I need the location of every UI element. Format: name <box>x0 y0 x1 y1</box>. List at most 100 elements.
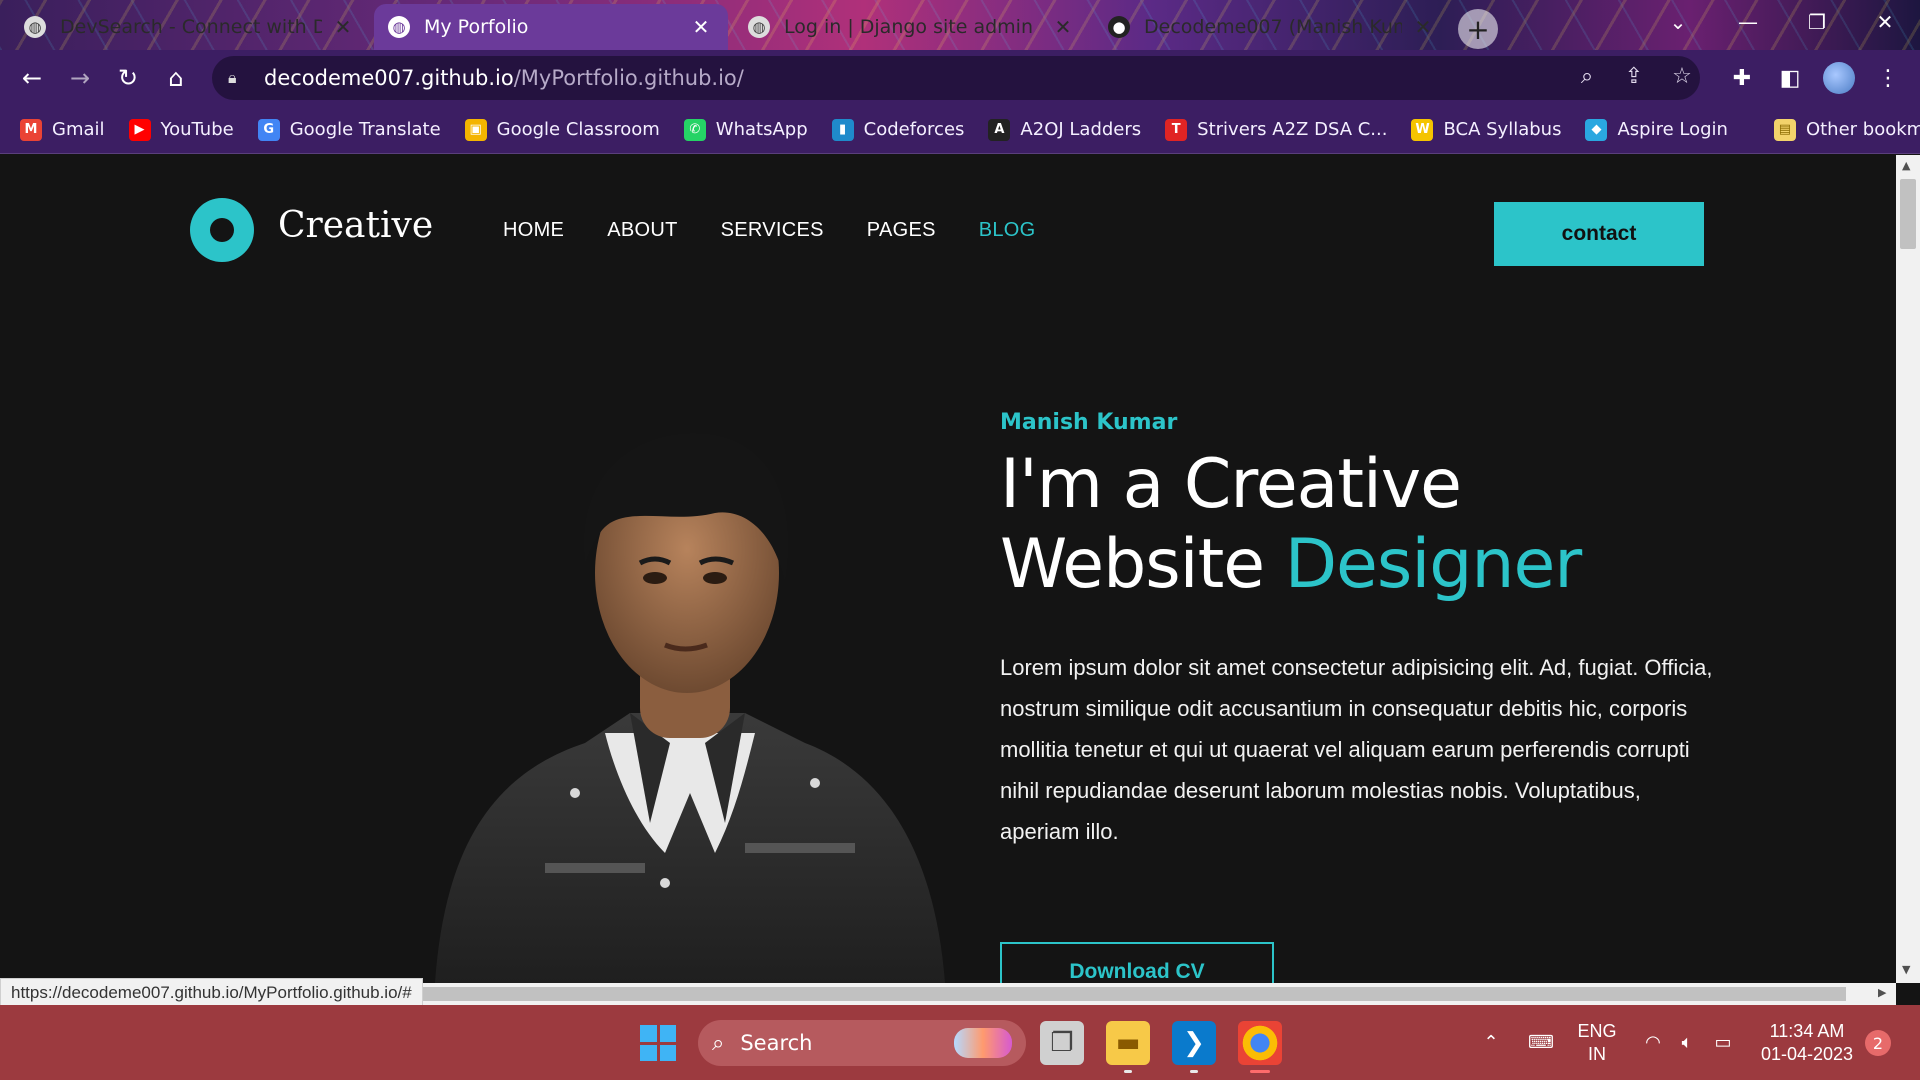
lang-line2: IN <box>1587 1043 1606 1064</box>
bookmark-label: WhatsApp <box>715 119 808 140</box>
tab-github[interactable]: ● Decodeme007 (Manish Kumar) ✕ <box>1094 4 1450 50</box>
bookmark-label: Gmail <box>52 119 105 140</box>
tab-my-portfolio[interactable]: ◍ My Porfolio ✕ <box>374 4 728 50</box>
hero-section: Manish Kumar I'm a Creative Website Desi… <box>1000 410 1720 852</box>
tab-title: Log in | Django site admin <box>784 16 1033 38</box>
nav-home[interactable]: HOME <box>503 219 564 242</box>
other-bookmarks-label: Other bookmarks <box>1805 119 1920 140</box>
bookmark-bca-syllabus[interactable]: W BCA Syllabus <box>1411 118 1562 141</box>
url-path: /MyPortfolio.github.io/ <box>513 66 744 90</box>
bookmark-label: YouTube <box>160 119 234 140</box>
menu-icon[interactable]: ⋮ <box>1870 60 1906 96</box>
bookmark-strivers-a2z-dsa-c[interactable]: T Strivers A2Z DSA C... <box>1165 118 1387 141</box>
zoom-icon[interactable]: ⌕ <box>1571 60 1603 92</box>
search-highlight-art <box>954 1028 1012 1058</box>
contact-button[interactable]: contact <box>1494 202 1704 266</box>
screen: ◍ DevSearch - Connect with Devel ✕ ◍ My … <box>0 0 1920 1080</box>
globe-icon: ◍ <box>388 16 410 38</box>
tab-search-icon[interactable]: ⌄ <box>1645 0 1711 44</box>
folder-icon: ▤ <box>1773 118 1796 141</box>
file-explorer-icon[interactable]: ▬ <box>1106 1021 1150 1073</box>
nav-blog[interactable]: BLOG <box>979 219 1036 242</box>
download-cv-button[interactable]: Download CV <box>1000 942 1274 983</box>
bookmark-label: BCA Syllabus <box>1443 119 1562 140</box>
notification-badge[interactable]: 2 <box>1865 1030 1891 1056</box>
restore-icon[interactable]: ❐ <box>1784 0 1850 44</box>
tab-title: Decodeme007 (Manish Kumar) <box>1144 16 1402 38</box>
headline-line2: Website <box>1000 525 1285 604</box>
chrome-icon[interactable] <box>1238 1021 1282 1073</box>
logo-icon[interactable] <box>190 198 254 262</box>
wifi-icon[interactable]: ◠ <box>1638 1005 1668 1080</box>
address-bar[interactable]: 🔒︎ decodeme007.github.io/MyPortfolio.git… <box>212 56 1700 100</box>
globe-icon: ◍ <box>24 16 46 38</box>
close-icon[interactable]: ✕ <box>688 14 714 40</box>
reload-icon[interactable]: ↻ <box>110 60 146 96</box>
codeforces-icon: ▮ <box>831 118 854 141</box>
globe-icon: ◍ <box>748 16 770 38</box>
taskbar-search[interactable]: ⌕ Search <box>698 1020 1026 1066</box>
windows-start-icon[interactable] <box>640 1025 676 1061</box>
bookmark-whatsapp[interactable]: ✆ WhatsApp <box>683 118 808 141</box>
nav-services[interactable]: SERVICES <box>721 219 824 242</box>
task-view-icon[interactable]: ❐ <box>1040 1021 1084 1065</box>
profile-avatar[interactable] <box>1823 62 1855 94</box>
bookmark-youtube[interactable]: ▶ YouTube <box>128 118 234 141</box>
bookmark-star-icon[interactable]: ☆ <box>1666 60 1698 92</box>
translate-icon: G <box>257 118 280 141</box>
bookmark-label: Google Classroom <box>496 119 660 140</box>
hero-description: Lorem ipsum dolor sit amet consectetur a… <box>1000 655 1713 844</box>
youtube-icon: ▶ <box>128 118 151 141</box>
minimize-icon[interactable]: — <box>1715 0 1781 44</box>
webpage: Creative HOME ABOUT SERVICES PAGES BLOG … <box>0 155 1896 983</box>
close-icon[interactable]: ✕ <box>330 14 356 40</box>
vscode-icon[interactable]: ❯ <box>1172 1021 1216 1073</box>
gmail-icon: M <box>20 118 42 141</box>
volume-icon[interactable]: 🔈︎ <box>1672 1005 1702 1080</box>
language-indicator[interactable]: ENG IN <box>1574 1005 1620 1080</box>
whatsapp-icon: ✆ <box>683 118 706 141</box>
other-bookmarks[interactable]: ▤ Other bookmarks <box>1773 118 1920 141</box>
lock-icon: 🔒︎ <box>228 68 237 87</box>
tab-devsearch[interactable]: ◍ DevSearch - Connect with Devel ✕ <box>10 4 370 50</box>
bookmark-google-classroom[interactable]: ▣ Google Classroom <box>464 118 660 141</box>
bookmark-a2oj-ladders[interactable]: A A2OJ Ladders <box>988 118 1142 141</box>
bookmark-codeforces[interactable]: ▮ Codeforces <box>831 118 964 141</box>
window-close-icon[interactable]: ✕ <box>1852 0 1918 44</box>
nav-pages[interactable]: PAGES <box>867 219 936 242</box>
logo-text[interactable]: Creative <box>278 205 433 246</box>
vertical-scrollbar[interactable]: ▲ ▼ <box>1896 155 1920 983</box>
new-tab-button[interactable]: + <box>1458 9 1498 49</box>
scroll-thumb[interactable] <box>1900 179 1916 249</box>
nav-about[interactable]: ABOUT <box>607 219 677 242</box>
bookmark-gmail[interactable]: M Gmail <box>20 118 105 141</box>
forward-icon[interactable]: → <box>62 60 98 96</box>
side-panel-icon[interactable]: ◧ <box>1772 60 1808 96</box>
close-icon[interactable]: ✕ <box>1410 14 1436 40</box>
share-icon[interactable]: ⇪ <box>1618 60 1650 92</box>
bookmark-aspire-login[interactable]: ◆ Aspire Login <box>1585 118 1728 141</box>
search-icon: ⌕ <box>712 1030 725 1056</box>
portrait-photo <box>435 433 945 983</box>
headline-line1: I'm a Creative <box>1000 445 1462 524</box>
scroll-up-icon[interactable]: ▲ <box>1902 159 1910 172</box>
clock[interactable]: 11:34 AM 01-04-2023 <box>1752 1005 1862 1080</box>
bookmark-label: A2OJ Ladders <box>1020 119 1142 140</box>
close-icon[interactable]: ✕ <box>1050 14 1076 40</box>
back-icon[interactable]: ← <box>14 60 50 96</box>
battery-icon[interactable]: ▭ <box>1708 1005 1738 1080</box>
tab-django-admin[interactable]: ◍ Log in | Django site admin ✕ <box>734 4 1090 50</box>
scroll-down-icon[interactable]: ▼ <box>1902 963 1910 976</box>
bookmark-google-translate[interactable]: G Google Translate <box>257 118 441 141</box>
browser-toolbar: ← → ↻ ⌂ 🔒︎ decodeme007.github.io/MyPortf… <box>0 50 1920 106</box>
home-icon[interactable]: ⌂ <box>158 60 194 96</box>
search-label: Search <box>740 1031 813 1055</box>
extensions-icon[interactable]: ✚ <box>1724 60 1760 96</box>
status-bubble: https://decodeme007.github.io/MyPortfoli… <box>0 978 423 1008</box>
tab-title: My Porfolio <box>424 16 529 38</box>
tray-chevron-icon[interactable]: ⌃ <box>1476 1005 1506 1080</box>
scroll-right-icon[interactable]: ▶ <box>1878 986 1886 999</box>
keyboard-icon[interactable]: ⌨ <box>1524 1005 1558 1080</box>
clock-time: 11:34 AM <box>1769 1020 1845 1041</box>
bookmarks-bar: M Gmail ▶ YouTube G Google Translate ▣ Google C… <box>0 106 1920 154</box>
